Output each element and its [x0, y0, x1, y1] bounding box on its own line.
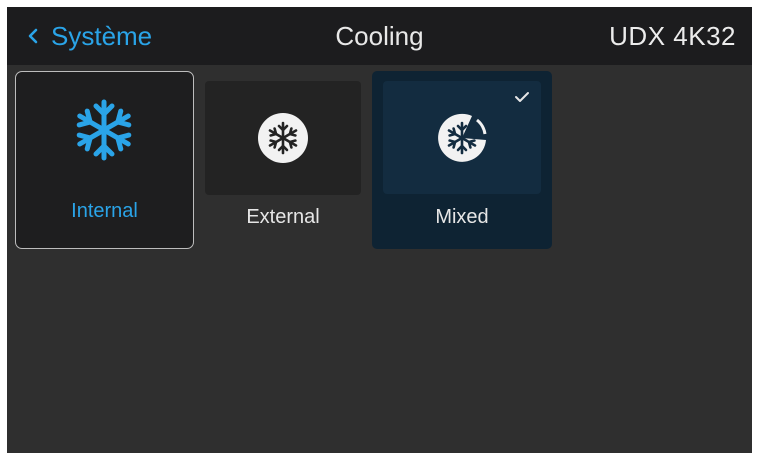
header-bar: Système Cooling UDX 4K32 [7, 7, 752, 65]
checkmark-icon [515, 92, 529, 102]
chevron-left-icon [28, 28, 38, 44]
option-internal[interactable]: Internal [15, 71, 194, 249]
option-label: Internal [71, 200, 138, 222]
option-label: Mixed [435, 206, 489, 228]
model-name: UDX 4K32 [609, 21, 736, 51]
back-button[interactable]: Système [27, 7, 152, 65]
snowflake-mixed-icon [438, 113, 487, 162]
snowflake-circle-icon [258, 113, 308, 163]
snowflake-icon [76, 99, 132, 161]
cooling-screen: Système Cooling UDX 4K32 Internal Extern… [7, 7, 752, 453]
option-tile [205, 81, 361, 195]
option-label: External [246, 206, 320, 228]
back-label: Système [51, 21, 153, 51]
option-external[interactable]: External [205, 81, 361, 249]
option-mixed[interactable]: Mixed [372, 71, 552, 249]
icon-area [16, 72, 192, 188]
